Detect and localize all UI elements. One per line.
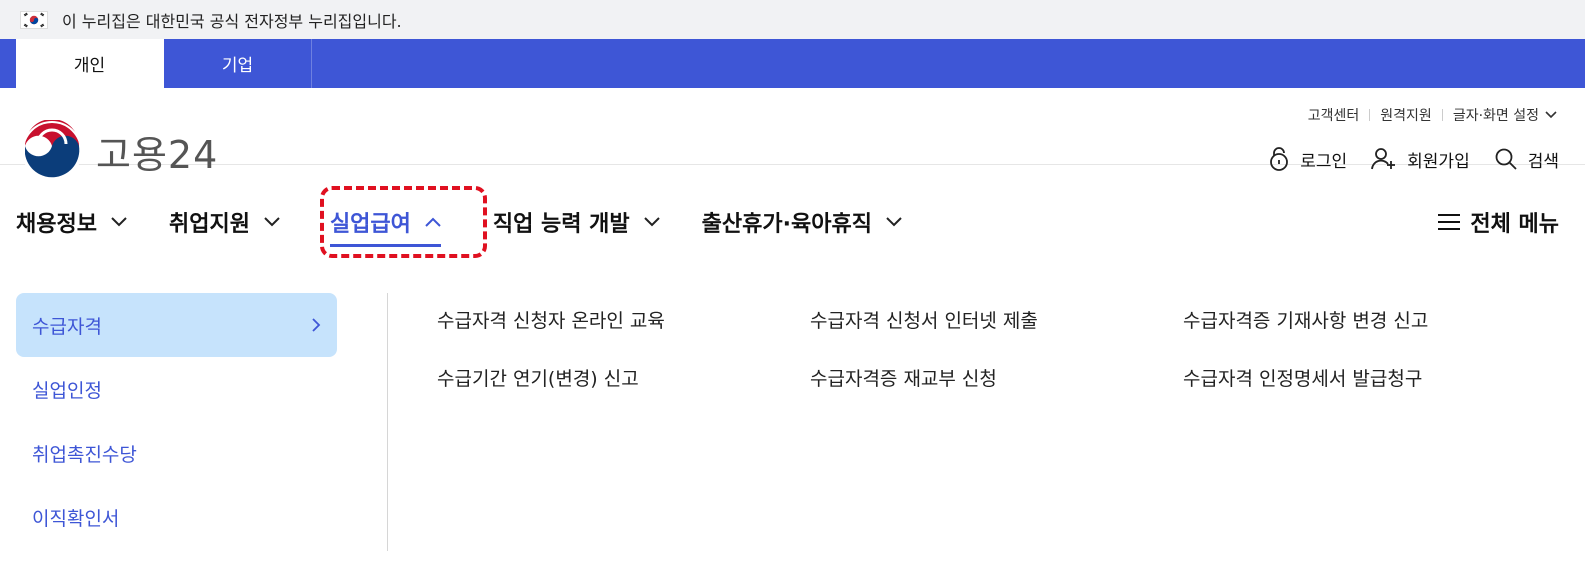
search-icon [1495, 148, 1517, 170]
gnb-item-label: 채용정보 [16, 212, 97, 237]
sub-link[interactable]: 수급자격 신청서 인터넷 제출 [810, 305, 1183, 337]
side-item-label: 수급자격 [32, 315, 102, 338]
sub-link[interactable]: 수급자격 인정명세서 발급청구 [1183, 363, 1563, 395]
gnb-item-unemployment-benefit[interactable]: 실업급여 [329, 195, 441, 249]
side-item-eligibility[interactable]: 수급자격 [16, 293, 337, 357]
signup-label: 회원가입 [1407, 151, 1470, 172]
chevron-down-icon [886, 217, 902, 227]
sub-link[interactable]: 수급자격증 재교부 신청 [810, 363, 1183, 395]
sub-link[interactable]: 수급자격 신청자 온라인 교육 [437, 305, 810, 337]
remote-support-link[interactable]: 원격지원 [1380, 105, 1432, 125]
divider [1369, 109, 1371, 121]
gnb-item-label: 출산휴가·육아휴직 [701, 212, 872, 237]
mega-menu-panel: 수급자격 실업인정 취업촉진수당 이직확인서 수급자격 신청자 온라인 교육 수… [0, 253, 1585, 582]
search-button[interactable]: 검색 [1494, 147, 1559, 172]
gnb-item-label: 취업지원 [168, 212, 250, 237]
user-add-icon [1371, 148, 1396, 170]
site-logo[interactable]: 고용24 [20, 120, 218, 182]
display-settings-link[interactable]: 글자·화면 설정 [1453, 105, 1539, 125]
chevron-down-icon[interactable] [1545, 107, 1557, 123]
gnb-item-label: 실업급여 [329, 212, 411, 237]
taegeuk-logo-icon [22, 120, 82, 181]
gnb-item-job-info[interactable]: 채용정보 [16, 195, 127, 249]
sub-link[interactable]: 수급자격증 기재사항 변경 신고 [1183, 305, 1563, 337]
sub-menu-links: 수급자격 신청자 온라인 교육 수급자격 신청서 인터넷 제출 수급자격증 기재… [437, 305, 1563, 395]
all-menu-label: 전체 메뉴 [1470, 212, 1559, 237]
hamburger-menu-icon [1438, 214, 1461, 230]
utility-links: 고객센터 원격지원 글자·화면 설정 [1308, 105, 1557, 125]
sub-link[interactable]: 수급기간 연기(변경) 신고 [437, 363, 810, 395]
chevron-down-icon [111, 217, 127, 227]
lock-icon [1270, 147, 1289, 171]
gnb-item-parental-leave[interactable]: 출산휴가·육아휴직 [702, 195, 902, 249]
side-item-label: 실업인정 [32, 379, 102, 402]
customer-center-link[interactable]: 고객센터 [1308, 105, 1360, 125]
gnb-item-employment-support[interactable]: 취업지원 [169, 195, 280, 249]
site-header: 고객센터 원격지원 글자·화면 설정 고용24 로그인 회원가입 검색 채용정보… [0, 0, 1585, 258]
side-item-unemployment-recognition[interactable]: 실업인정 [16, 357, 337, 421]
gnb-item-label: 직업 능력 개발 [492, 212, 630, 237]
chevron-down-icon [643, 217, 660, 227]
chevron-down-icon [264, 217, 280, 227]
side-menu: 수급자격 실업인정 취업촉진수당 이직확인서 [16, 293, 337, 549]
chevron-up-icon [425, 217, 441, 227]
side-item-label: 취업촉진수당 [32, 443, 137, 466]
divider [1441, 109, 1443, 121]
chevron-right-icon [312, 318, 321, 332]
login-label: 로그인 [1300, 151, 1348, 172]
logo-text: 고용24 [96, 132, 219, 177]
login-button[interactable]: 로그인 [1268, 146, 1347, 172]
side-item-separation-confirmation[interactable]: 이직확인서 [16, 485, 337, 549]
gnb-item-vocational-training[interactable]: 직업 능력 개발 [493, 195, 660, 249]
member-links: 로그인 회원가입 검색 [1244, 146, 1559, 172]
main-navigation: 채용정보 취업지원 실업급여 직업 능력 개발 출산휴가·육아휴직 [16, 195, 1559, 249]
side-item-reemployment-allowance[interactable]: 취업촉진수당 [16, 421, 337, 485]
side-item-label: 이직확인서 [32, 507, 120, 530]
search-label: 검색 [1527, 151, 1559, 172]
signup-button[interactable]: 회원가입 [1371, 147, 1470, 172]
panel-divider [387, 293, 388, 551]
all-menu-button[interactable]: 전체 메뉴 [1438, 195, 1559, 249]
